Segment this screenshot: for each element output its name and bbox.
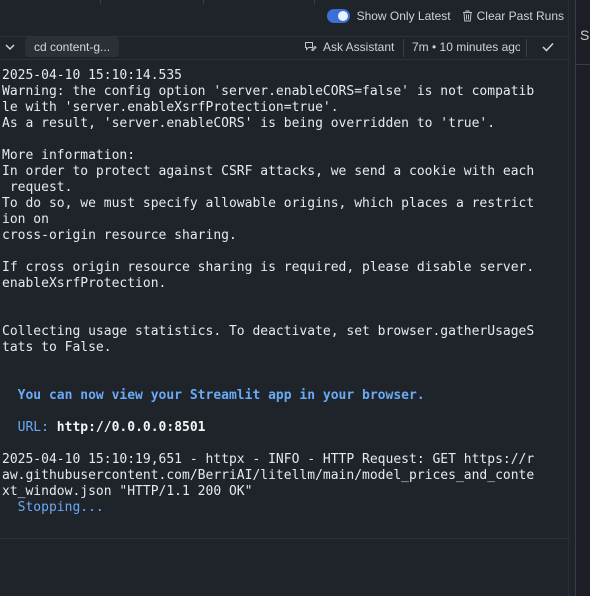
console-line: 2025-04-10 15:10:19,651 - httpx - INFO -… — [2, 452, 535, 467]
streamlit-ready-message: You can now view your Streamlit app in y… — [2, 388, 425, 403]
run-timestamp: 7m • 10 minutes ago — [412, 40, 520, 54]
checkmark-icon — [542, 42, 554, 52]
tab-middle[interactable] — [203, 0, 315, 4]
console-line: In order to protect against CSRF attacks… — [2, 164, 535, 179]
tab-strip — [0, 0, 570, 4]
chevron-down-icon[interactable] — [4, 41, 16, 53]
console-line: More information: — [2, 148, 136, 163]
console-line: Collecting usage statistics. To deactiva… — [2, 324, 535, 339]
scrollbar-track[interactable] — [568, 0, 569, 596]
divider — [403, 39, 404, 57]
divider — [526, 39, 527, 57]
divider — [0, 538, 570, 539]
console-line: xt_window.json "HTTP/1.1 200 OK" — [2, 484, 253, 499]
stopping-status: Stopping... — [2, 500, 104, 515]
ask-assistant-label: Ask Assistant — [323, 40, 395, 54]
toolbar-controls: Show Only Latest Clear Past Runs — [326, 9, 564, 23]
divider — [576, 64, 590, 65]
clear-past-runs-button[interactable]: Clear Past Runs — [462, 9, 564, 23]
console-line: Warning: the config option 'server.enabl… — [2, 84, 535, 99]
console-line: cross-origin resource sharing. — [2, 228, 237, 243]
right-panel: S — [575, 0, 590, 596]
console-output: 2025-04-10 15:10:14.535 Warning: the conf… — [2, 68, 562, 516]
console-line: tats to False. — [2, 340, 112, 355]
tab-left[interactable] — [0, 0, 101, 4]
console-line: le with 'server.enableXsrfProtection=tru… — [2, 100, 339, 115]
console-line: enableXsrfProtection. — [2, 276, 167, 291]
show-only-latest-toggle[interactable] — [326, 9, 350, 23]
console-line: request. — [2, 180, 73, 195]
console-line: To do so, we must specify allowable orig… — [2, 196, 535, 211]
ask-assistant-button[interactable]: Ask Assistant — [304, 40, 394, 54]
url-line: URL: http://0.0.0.0:8501 — [2, 420, 562, 436]
command-label[interactable]: cd content-g... — [25, 37, 120, 57]
command-bar: cd content-g... Ask Assistant 7m • 10 mi… — [0, 36, 570, 60]
clear-past-runs-label: Clear Past Runs — [476, 9, 564, 23]
url-label: URL: — [2, 420, 57, 435]
panel-heading-letter: S — [580, 27, 590, 43]
console-line: ion on — [2, 212, 49, 227]
console-line: 2025-04-10 15:10:14.535 — [2, 68, 183, 83]
toggle-knob — [337, 11, 348, 21]
chat-edit-icon — [305, 42, 317, 51]
show-only-latest-label: Show Only Latest — [356, 9, 451, 23]
trash-icon — [462, 10, 472, 22]
console-line: As a result, 'server.enableCORS' is bein… — [2, 116, 496, 131]
console-line: aw.githubusercontent.com/BerriAI/litellm… — [2, 468, 535, 483]
console-line: If cross origin resource sharing is requ… — [2, 260, 535, 275]
run-toolbar: Show Only Latest Clear Past Runs — [0, 0, 570, 36]
app-url-link[interactable]: http://0.0.0.0:8501 — [57, 420, 206, 435]
